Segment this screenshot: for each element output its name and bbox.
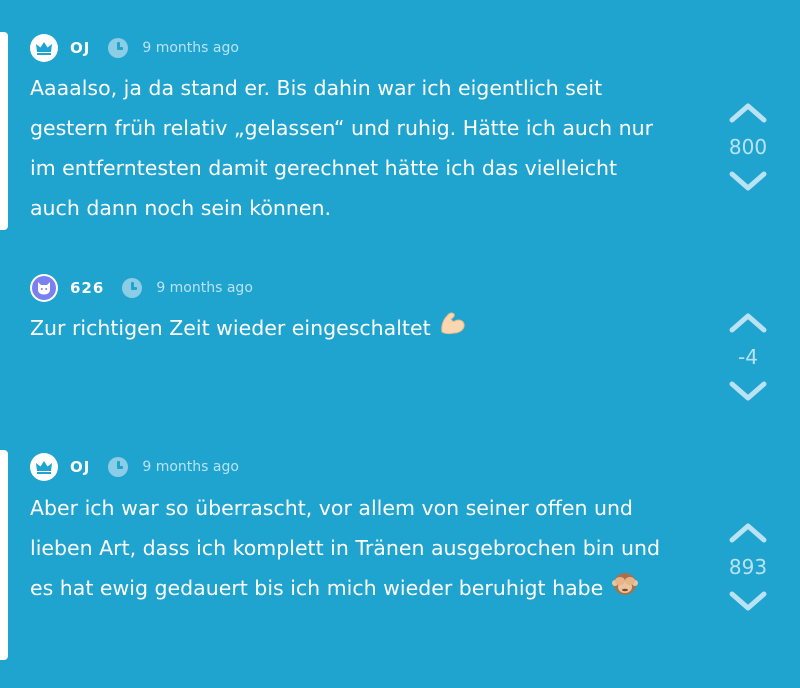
- post-meta: OJ 9 months ago: [30, 451, 239, 483]
- author-name[interactable]: OJ: [70, 458, 90, 476]
- op-indicator-bar: [0, 32, 8, 230]
- clock-icon: [108, 457, 129, 477]
- avatar[interactable]: [30, 274, 58, 302]
- crown-icon: [36, 461, 52, 474]
- author-name[interactable]: 626: [70, 279, 104, 297]
- post-timestamp: 9 months ago: [142, 459, 239, 475]
- vote-count: 800: [728, 135, 768, 159]
- author-name[interactable]: OJ: [70, 39, 90, 57]
- post-text-content: Aber ich war so überrascht, vor allem vo…: [30, 496, 660, 600]
- avatar[interactable]: [30, 453, 58, 481]
- avatar[interactable]: [30, 34, 58, 62]
- clock-icon: [108, 38, 129, 58]
- post-meta: OJ 9 months ago: [30, 32, 239, 64]
- op-indicator-bar: [0, 450, 8, 660]
- post-card: OJ 9 months ago Aber ich war so überrasc…: [0, 440, 800, 688]
- post-text: Zur richtigen Zeit wieder eingeschaltet: [30, 308, 670, 349]
- downvote-button[interactable]: [728, 590, 768, 614]
- post-text: Aber ich war so überrascht, vor allem vo…: [30, 488, 670, 610]
- cat-icon: [38, 282, 50, 295]
- upvote-button[interactable]: [728, 310, 768, 334]
- post-timestamp: 9 months ago: [142, 40, 239, 56]
- vote-count: -4: [738, 345, 758, 369]
- vote-control: 893: [720, 520, 776, 614]
- downvote-button[interactable]: [728, 380, 768, 404]
- post-timestamp: 9 months ago: [156, 280, 253, 296]
- post-text-content: Zur richtigen Zeit wieder eingeschaltet: [30, 316, 431, 340]
- flexed-biceps-emoji: [439, 309, 467, 349]
- post-card: 626 9 months ago Zur richtigen Zeit wied…: [0, 240, 800, 440]
- crown-icon: [36, 42, 52, 55]
- upvote-button[interactable]: [728, 100, 768, 124]
- post-meta: 626 9 months ago: [30, 272, 253, 304]
- clock-icon: [122, 278, 143, 298]
- post-text: Aaaalso, ja da stand er. Bis dahin war i…: [30, 76, 654, 220]
- vote-control: 800: [720, 100, 776, 194]
- vote-control: -4: [720, 310, 776, 404]
- upvote-button[interactable]: [728, 520, 768, 544]
- downvote-button[interactable]: [728, 170, 768, 194]
- post-card: OJ 9 months ago Aaaalso, ja da stand er.…: [0, 0, 800, 240]
- see-no-evil-monkey-emoji: [611, 569, 639, 610]
- vote-count: 893: [728, 555, 768, 579]
